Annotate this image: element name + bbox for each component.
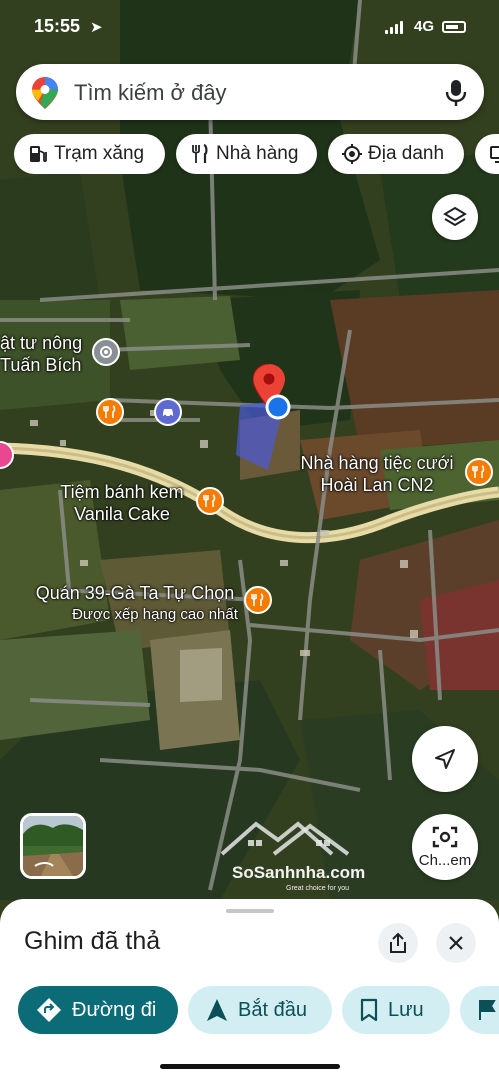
watermark-tagline: Great choice for you	[286, 885, 349, 892]
map-label-wedding-restaurant[interactable]: Nhà hàng tiệc cưới Hoài Lan CN2	[292, 452, 462, 496]
street-view-label: Ch...em	[418, 851, 472, 869]
sheet-title: Ghim đã thả	[24, 927, 161, 955]
directions-label: Đường đi	[72, 998, 157, 1021]
my-location-dot-icon	[265, 394, 291, 420]
maps-logo-icon	[32, 77, 58, 109]
camera-scan-icon	[432, 826, 458, 847]
landmark-icon	[342, 144, 362, 164]
map-label-store[interactable]: ật tư nông Tuấn Bích	[0, 332, 82, 376]
share-icon	[390, 932, 406, 953]
street-view-button[interactable]: Ch...em	[412, 814, 478, 880]
bottom-sheet: Ghim đã thả Đường đi Bắt đầu Lưu	[0, 899, 499, 1080]
action-buttons: Đường đi Bắt đầu Lưu	[18, 986, 499, 1034]
monitor-icon	[490, 146, 499, 163]
save-button[interactable]: Lưu	[342, 986, 450, 1034]
close-button[interactable]	[436, 923, 476, 963]
recenter-button[interactable]	[412, 726, 478, 792]
location-arrow-icon: ➤	[90, 19, 103, 36]
layers-button[interactable]	[432, 194, 478, 240]
chip-more[interactable]	[475, 134, 499, 174]
cell-signal-icon	[385, 20, 403, 34]
restaurant-poi-icon[interactable]	[244, 586, 272, 614]
home-indicator	[160, 1064, 340, 1069]
save-label: Lưu	[388, 998, 424, 1021]
watermark-brand: SoSanhnha.com	[232, 863, 365, 882]
bookmark-icon	[360, 998, 378, 1022]
map-label-cake-shop[interactable]: Tiệm bánh kem Vanila Cake	[52, 481, 192, 525]
label-button[interactable]	[460, 986, 499, 1034]
status-bar: 15:55 ➤ 4G	[0, 14, 499, 42]
map-label-chicken-restaurant[interactable]: Quán 39-Gà Ta Tự Chọn	[28, 582, 242, 604]
chip-label: Trạm xăng	[54, 143, 145, 164]
chip-label: Nhà hàng	[216, 143, 299, 164]
microphone-icon[interactable]	[444, 78, 468, 108]
watermark-logo: SoSanhnha.com Great choice for you	[220, 821, 365, 892]
street-view-thumbnail[interactable]	[20, 813, 86, 879]
gas-station-icon	[30, 146, 47, 163]
car-service-poi-icon[interactable]	[154, 398, 182, 426]
search-placeholder[interactable]: Tìm kiếm ở đây	[74, 80, 227, 106]
network-type: 4G	[414, 18, 435, 35]
directions-button[interactable]: Đường đi	[18, 986, 178, 1034]
status-time: 15:55	[34, 16, 81, 36]
restaurant-poi-icon[interactable]	[96, 398, 124, 426]
search-bar[interactable]: Tìm kiếm ở đây	[16, 64, 484, 120]
chip-restaurant[interactable]: Nhà hàng	[176, 134, 317, 174]
restaurant-poi-icon[interactable]	[465, 458, 493, 486]
restaurant-poi-icon[interactable]	[196, 487, 224, 515]
sheet-drag-handle[interactable]	[226, 909, 274, 913]
start-button[interactable]: Bắt đầu	[188, 986, 332, 1034]
layers-icon	[443, 206, 467, 227]
navigation-arrow-icon	[207, 999, 227, 1021]
store-poi-icon[interactable]	[92, 338, 120, 366]
directions-icon	[37, 998, 61, 1022]
close-icon	[449, 936, 463, 950]
chip-label: Địa danh	[368, 143, 445, 164]
navigation-arrow-icon	[435, 749, 455, 769]
battery-icon	[442, 21, 466, 33]
chip-landmark[interactable]: Địa danh	[328, 134, 464, 174]
chip-gas-station[interactable]: Trạm xăng	[14, 134, 165, 174]
map-label-rating-note: Được xếp hạng cao nhất	[72, 606, 238, 623]
restaurant-icon	[192, 144, 208, 163]
start-label: Bắt đầu	[238, 998, 307, 1021]
category-chips: Trạm xăng Nhà hàng Địa danh	[14, 134, 499, 174]
street-view-image	[23, 816, 83, 876]
flag-icon	[479, 1000, 496, 1020]
share-button[interactable]	[378, 923, 418, 963]
